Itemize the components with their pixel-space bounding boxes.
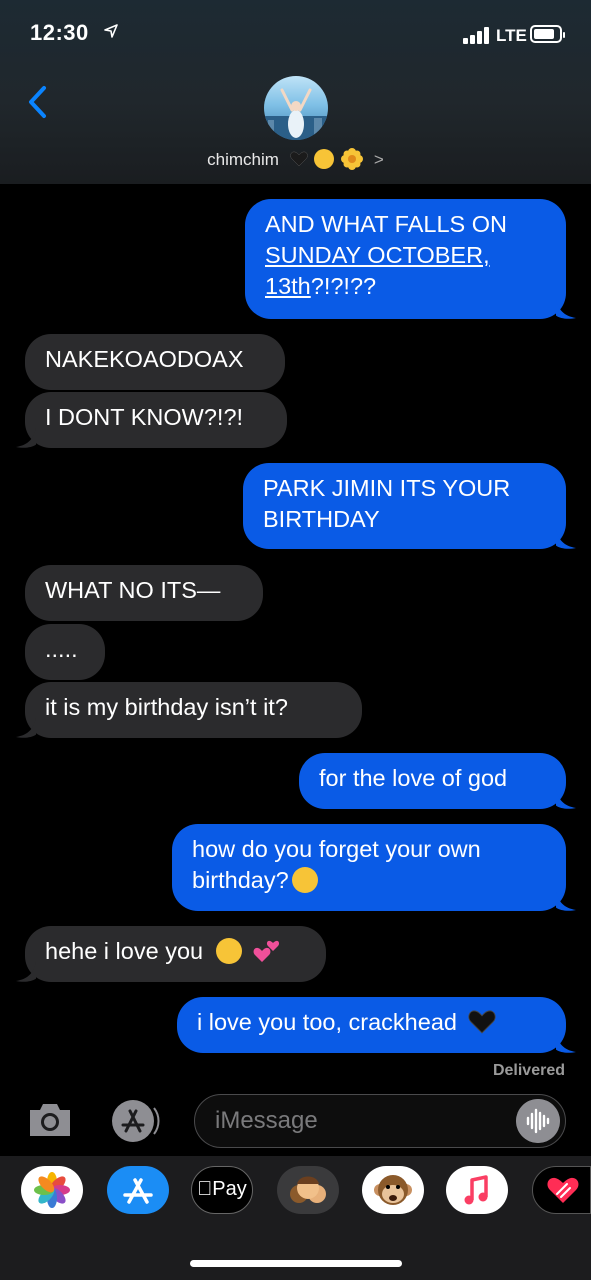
status-time: 12:30	[30, 20, 89, 45]
audio-record-icon[interactable]	[516, 1099, 560, 1143]
bubble-tail	[556, 788, 576, 809]
photos-icon[interactable]	[21, 1166, 83, 1214]
home-indicator	[190, 1260, 402, 1267]
message-text: birthday?	[192, 867, 289, 893]
bubble-tail	[556, 890, 576, 911]
bubble-tail	[16, 427, 36, 448]
apple-logo-icon: 	[197, 1178, 212, 1200]
date-link[interactable]: 13th	[265, 273, 311, 299]
message-line: how do you forget your own	[192, 836, 481, 862]
grinning-face-emoji	[215, 938, 242, 964]
blossom-emoji	[341, 148, 364, 170]
contact-chevron-icon: >	[373, 150, 384, 169]
music-icon[interactable]	[446, 1166, 508, 1214]
imessage-input[interactable]: iMessage	[194, 1094, 566, 1148]
two-hearts-emoji	[253, 940, 280, 962]
animoji-icon[interactable]	[362, 1166, 424, 1214]
received-message[interactable]: hehe i love you	[25, 926, 326, 982]
message-line: AND WHAT FALLS ON	[265, 211, 508, 237]
message-line: birthday?	[192, 865, 546, 896]
app-store-drawer-icon[interactable]	[106, 1098, 166, 1144]
contact-avatar[interactable]	[264, 76, 328, 140]
message-line: BIRTHDAY	[263, 506, 380, 532]
received-message[interactable]: .....	[25, 624, 105, 680]
message-line: PARK JIMIN ITS YOUR	[263, 475, 511, 501]
conversation-header: 12:30 LTE chimchim >	[0, 0, 591, 184]
bubble-tail	[16, 961, 36, 982]
app-store-icon[interactable]	[107, 1166, 169, 1214]
pleading-face-emoji	[314, 149, 335, 169]
black-heart-emoji	[290, 151, 308, 167]
avatar-photo	[264, 88, 328, 140]
message-line-link[interactable]: SUNDAY OCTOBER,	[265, 240, 546, 271]
location-arrow-icon	[104, 24, 118, 38]
network-type: LTE	[496, 26, 527, 45]
message-text: i love you too, crackhead	[197, 1009, 457, 1035]
memoji-icon[interactable]	[277, 1166, 339, 1214]
digital-touch-icon[interactable]	[532, 1166, 591, 1214]
back-chevron-icon[interactable]	[24, 82, 54, 122]
signal-bars-icon	[463, 26, 493, 44]
delivered-status: Delivered	[492, 1062, 565, 1079]
sleepy-face-emoji	[291, 867, 318, 893]
sent-message[interactable]: i love you too, crackhead	[177, 997, 566, 1053]
message-text: hehe i love you	[45, 938, 204, 964]
received-message[interactable]: it is my birthday isn’t it?	[25, 682, 362, 738]
apple-pay-label: Pay	[204, 1178, 246, 1200]
received-message[interactable]: WHAT NO ITS—	[25, 565, 263, 621]
received-message[interactable]: I DONT KNOW?!?!	[25, 392, 287, 448]
sent-message[interactable]: for the love of god	[299, 753, 566, 809]
bubble-tail	[556, 1032, 576, 1053]
bubble-tail	[556, 298, 576, 319]
black-heart-emoji	[467, 1010, 496, 1034]
sent-message[interactable]: PARK JIMIN ITS YOUR BIRTHDAY	[243, 463, 566, 549]
received-message[interactable]: NAKEKOAODOAX	[25, 334, 285, 390]
contact-name-text: chimchim	[207, 150, 279, 169]
bubble-tail	[556, 528, 576, 549]
bubble-tail	[16, 717, 36, 738]
camera-icon[interactable]	[26, 1100, 74, 1140]
sent-message[interactable]: AND WHAT FALLS ON SUNDAY OCTOBER, 13th?!…	[245, 199, 566, 319]
battery-icon	[530, 25, 565, 43]
message-line: 13th?!?!??	[265, 273, 377, 299]
sent-message[interactable]: how do you forget your own birthday?	[172, 824, 566, 911]
apple-pay-icon[interactable]: Pay	[191, 1166, 253, 1214]
contact-name[interactable]: chimchim >	[0, 148, 591, 170]
